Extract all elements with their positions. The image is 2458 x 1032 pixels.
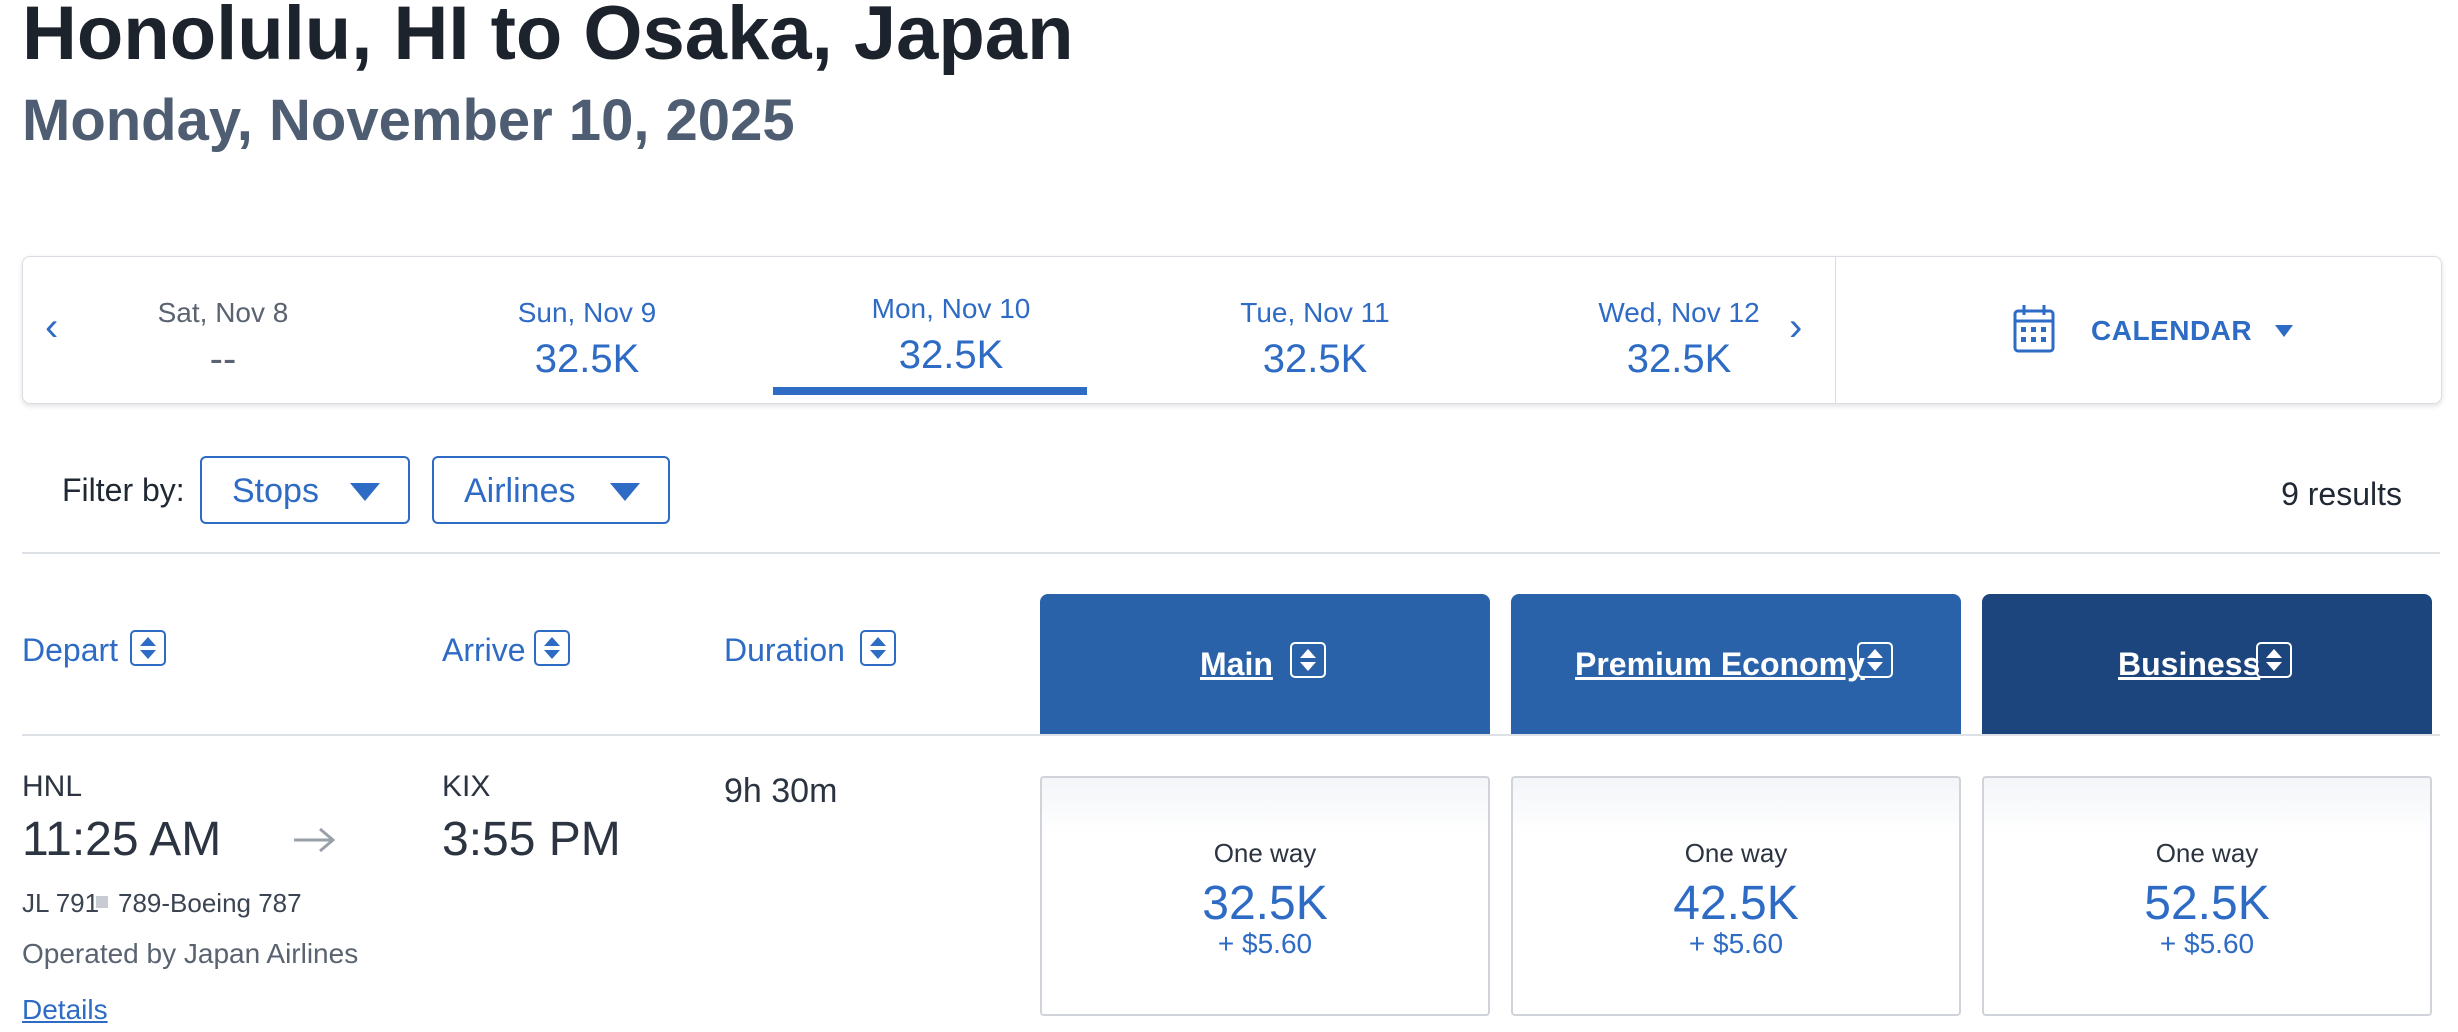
- arrive-header: Arrive: [442, 632, 526, 668]
- calendar-label: CALENDAR: [2091, 315, 2253, 346]
- separator-square: [96, 896, 108, 908]
- fare-points: 42.5K: [1673, 877, 1799, 930]
- cabin-business-label: Business: [2118, 646, 2261, 682]
- flight-number: JL 791: [22, 888, 100, 918]
- airlines-dropdown[interactable]: Airlines: [432, 456, 670, 524]
- date-strip: ‹ Sat, Nov 8 -- Sun, Nov 9 32.5K Mon, No…: [22, 256, 2442, 404]
- filter-divider: [22, 552, 2440, 554]
- calendar-divider: [1835, 257, 1836, 403]
- cabin-header-premium-economy[interactable]: Premium Economy: [1511, 594, 1961, 734]
- fare-points: 52.5K: [2144, 877, 2270, 930]
- results-count: 9 results: [2281, 476, 2402, 512]
- date-label: Sun, Nov 9: [517, 297, 657, 328]
- sort-icon: [1857, 642, 1893, 678]
- sort-icon: [130, 630, 166, 666]
- page-subtitle: Monday, November 10, 2025: [22, 88, 795, 153]
- arrow-right-icon: [294, 827, 336, 853]
- fare-option-premium-economy[interactable]: One way 42.5K + $5.60: [1511, 776, 1961, 1016]
- flight-duration: 9h 30m: [724, 772, 838, 810]
- chevron-down-icon: [610, 483, 640, 501]
- sort-icon: [2256, 642, 2292, 678]
- operated-by: Operated by Japan Airlines: [22, 938, 359, 969]
- aircraft-type: 789-Boeing 787: [118, 888, 302, 918]
- next-dates-arrow-icon[interactable]: ›: [1789, 307, 1802, 347]
- date-label: Mon, Nov 10: [871, 293, 1031, 324]
- stops-dropdown-label: Stops: [232, 472, 319, 510]
- calendar-button[interactable]: CALENDAR: [2013, 303, 2313, 359]
- stops-dropdown[interactable]: Stops: [200, 456, 410, 524]
- details-link[interactable]: Details: [22, 994, 108, 1026]
- date-price: 32.5K: [1262, 337, 1368, 381]
- date-option-mon-nov-10[interactable]: Mon, Nov 10 32.5K: [823, 293, 1079, 377]
- prev-dates-arrow-icon[interactable]: ‹: [45, 307, 58, 347]
- date-option-sun-nov-9[interactable]: Sun, Nov 9 32.5K: [459, 297, 715, 381]
- selected-date-underline: [773, 387, 1087, 395]
- depart-time: 11:25 AM: [22, 813, 222, 866]
- sort-icon: [534, 630, 570, 666]
- duration-header: Duration: [724, 632, 845, 668]
- date-price: --: [209, 337, 237, 381]
- fare-label: One way: [1684, 838, 1788, 868]
- date-price: 32.5K: [898, 333, 1004, 377]
- date-option-tue-nov-11[interactable]: Tue, Nov 11 32.5K: [1187, 297, 1443, 381]
- header-divider: [22, 734, 2440, 736]
- cabin-premium-economy-label: Premium Economy: [1575, 646, 1865, 682]
- date-option-sat-nov-8[interactable]: Sat, Nov 8 --: [95, 297, 351, 381]
- fare-label: One way: [2155, 838, 2259, 868]
- fare-label: One way: [1213, 838, 1317, 868]
- arrive-airport-code: KIX: [442, 770, 491, 803]
- filter-by-label: Filter by:: [62, 472, 185, 508]
- sort-icon: [860, 630, 896, 666]
- chevron-down-icon: [350, 483, 380, 501]
- calendar-caret-icon: [2275, 325, 2293, 337]
- fare-points: 32.5K: [1202, 877, 1328, 930]
- date-price: 32.5K: [534, 337, 640, 381]
- fare-fee: + $5.60: [1217, 928, 1313, 959]
- airlines-dropdown-label: Airlines: [464, 472, 576, 510]
- fare-fee: + $5.60: [1688, 928, 1784, 959]
- page-title: Honolulu, HI to Osaka, Japan: [22, 0, 1074, 76]
- cabin-header-main[interactable]: Main: [1040, 594, 1490, 734]
- date-label: Sat, Nov 8: [157, 297, 289, 328]
- depart-header: Depart: [22, 632, 119, 668]
- date-label: Tue, Nov 11: [1240, 297, 1390, 328]
- cabin-main-label: Main: [1200, 646, 1273, 682]
- date-option-wed-nov-12[interactable]: Wed, Nov 12 32.5K: [1551, 297, 1807, 381]
- arrive-time: 3:55 PM: [442, 813, 621, 866]
- depart-airport-code: HNL: [22, 770, 83, 803]
- date-price: 32.5K: [1626, 337, 1732, 381]
- fare-option-main[interactable]: One way 32.5K + $5.60: [1040, 776, 1490, 1016]
- date-label: Wed, Nov 12: [1598, 297, 1760, 328]
- calendar-icon: [2013, 305, 2055, 353]
- sort-icon: [1290, 642, 1326, 678]
- fare-option-business[interactable]: One way 52.5K + $5.60: [1982, 776, 2432, 1016]
- cabin-header-business[interactable]: Business: [1982, 594, 2432, 734]
- fare-fee: + $5.60: [2159, 928, 2255, 959]
